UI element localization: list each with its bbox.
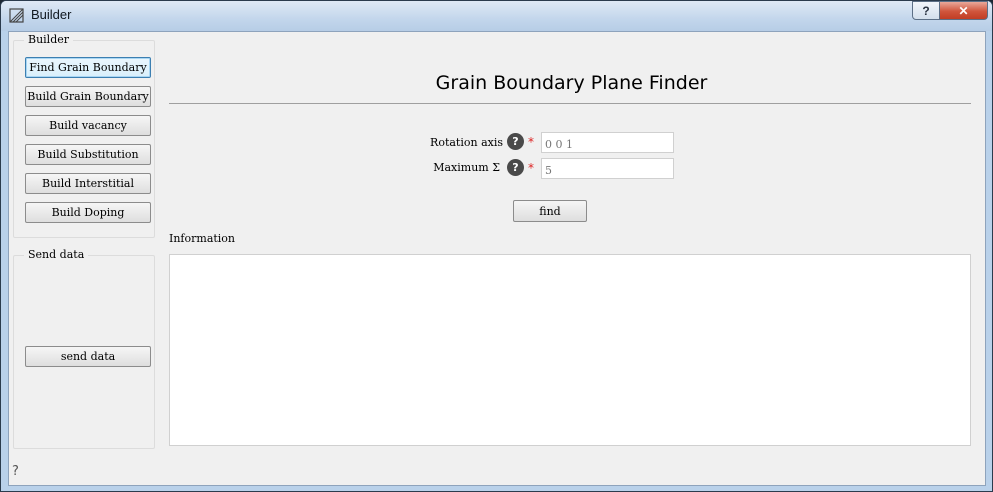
help-button[interactable]: ?: [912, 1, 940, 20]
builder-group: Builder Find Grain Boundary Build Grain …: [13, 33, 155, 238]
build-substitution-button[interactable]: Build Substitution: [25, 144, 151, 165]
find-grain-boundary-button[interactable]: Find Grain Boundary: [25, 57, 151, 78]
build-grain-boundary-button[interactable]: Build Grain Boundary: [25, 86, 151, 107]
build-doping-button[interactable]: Build Doping: [25, 202, 151, 223]
rotation-axis-label: Rotation axis: [430, 136, 503, 149]
maximum-sigma-input[interactable]: [541, 158, 674, 179]
maximum-sigma-label: Maximum Σ: [433, 161, 500, 174]
send-data-group: Send data send data: [13, 248, 155, 449]
rotation-axis-help-icon[interactable]: ?: [507, 133, 524, 150]
title-bar[interactable]: Builder ? ✕: [1, 1, 992, 31]
build-vacancy-button[interactable]: Build vacancy: [25, 115, 151, 136]
page-title: Grain Boundary Plane Finder: [435, 72, 708, 94]
maximum-sigma-required-mark: *: [528, 161, 534, 175]
send-data-button[interactable]: send data: [25, 346, 151, 367]
window-controls: ? ✕: [912, 1, 988, 21]
builder-window: Builder ? ✕ Builder Find Grain Boundary …: [0, 0, 993, 492]
rotation-axis-input[interactable]: [541, 132, 674, 153]
build-interstitial-button[interactable]: Build Interstitial: [25, 173, 151, 194]
information-label: Information: [169, 232, 236, 245]
builder-group-title: Builder: [24, 33, 74, 46]
send-data-group-title: Send data: [24, 248, 89, 261]
window-title: Builder: [31, 7, 72, 22]
rotation-axis-required-mark: *: [528, 135, 534, 149]
maximum-sigma-help-icon[interactable]: ?: [507, 159, 524, 176]
close-button[interactable]: ✕: [940, 1, 988, 20]
title-divider: [169, 103, 971, 104]
information-textarea[interactable]: [169, 254, 971, 446]
whats-this-help-icon[interactable]: ?: [12, 464, 19, 479]
client-area: Builder Find Grain Boundary Build Grain …: [8, 31, 986, 486]
app-icon: [9, 8, 24, 23]
find-button[interactable]: find: [513, 200, 587, 222]
